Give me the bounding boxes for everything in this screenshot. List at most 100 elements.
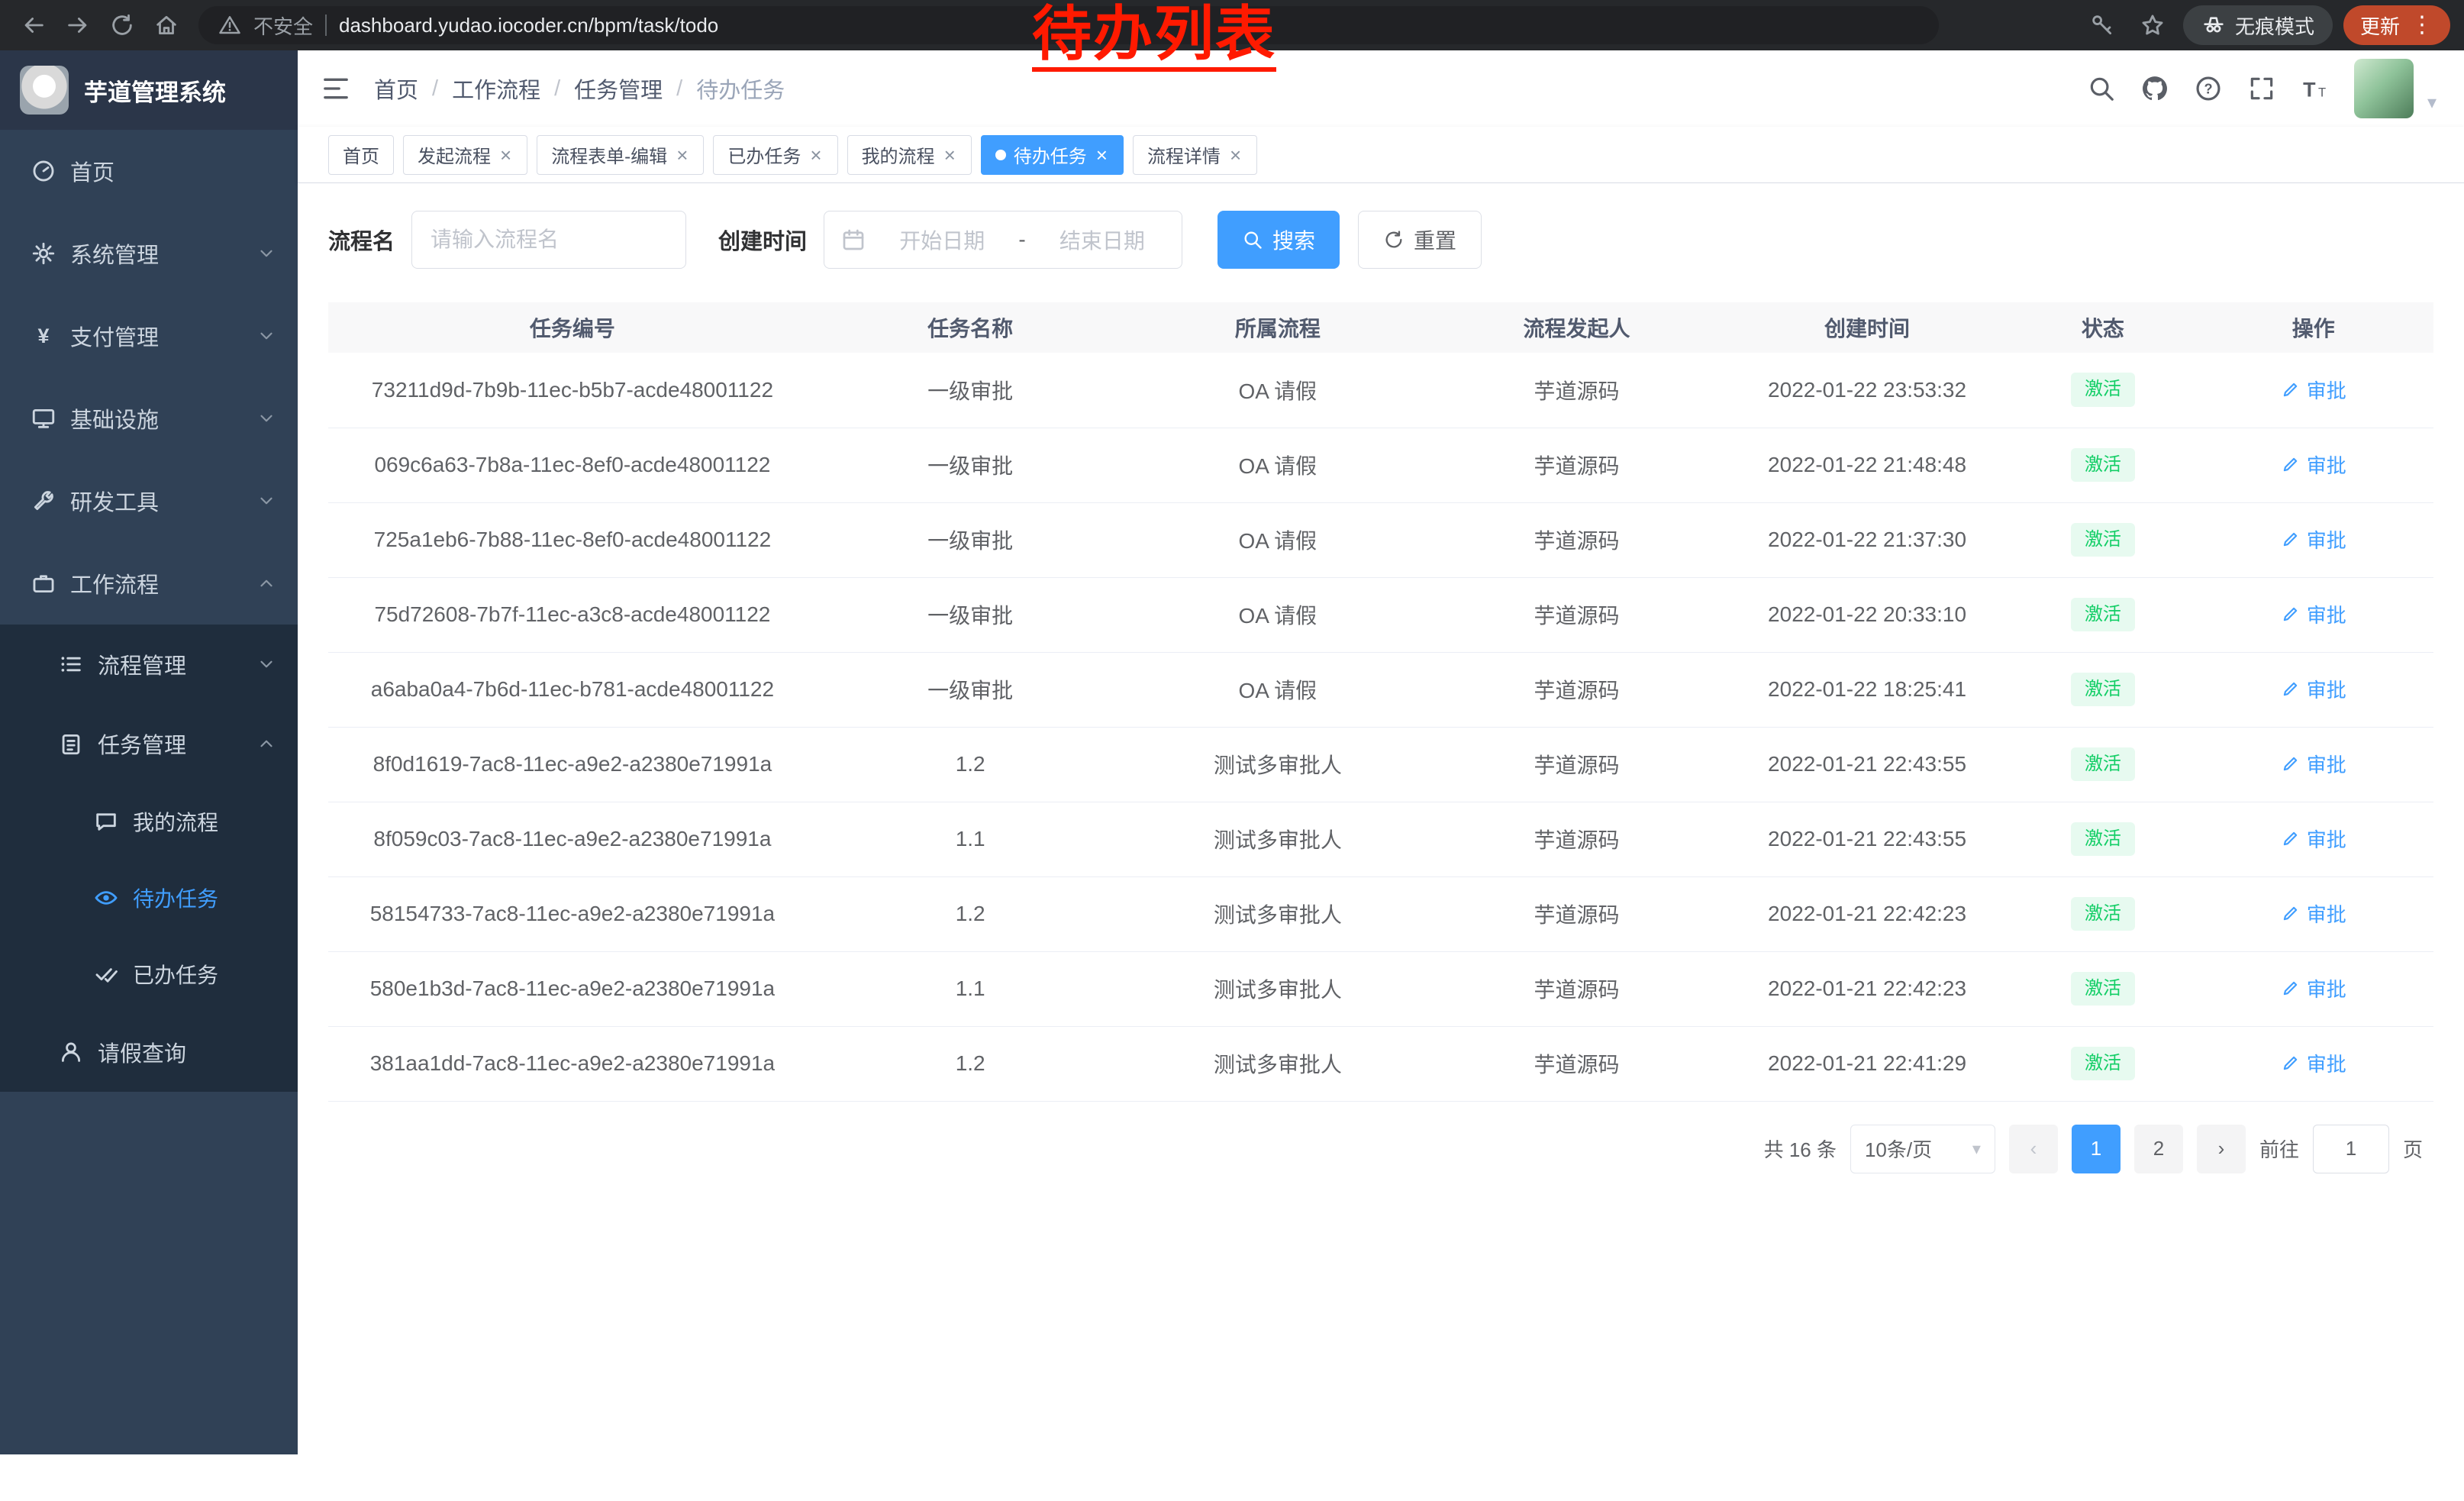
next-page-button[interactable]: ›	[2197, 1125, 2246, 1173]
password-key-button[interactable]	[2082, 5, 2122, 45]
action-cell: 审批	[2194, 727, 2433, 802]
tab-done-tasks[interactable]: 已办任务 ×	[713, 135, 837, 175]
table-row: 8f059c03-7ac8-11ec-a9e2-a2380e71991a 1.1…	[328, 802, 2433, 876]
status-cell: 激活	[2012, 652, 2193, 727]
fullscreen-icon[interactable]	[2247, 74, 2276, 103]
page-button-1[interactable]: 1	[2072, 1125, 2121, 1173]
breadcrumb-workflow[interactable]: 工作流程	[452, 73, 540, 105]
tab-close-icon[interactable]: ×	[808, 145, 823, 165]
tab-close-icon[interactable]: ×	[498, 145, 513, 165]
column-actions: 操作	[2194, 302, 2433, 353]
page-size-select[interactable]: 10条/页 ▾	[1850, 1125, 1995, 1173]
chevron-down-icon[interactable]: ▾	[2427, 92, 2437, 118]
edit-icon	[2281, 903, 2301, 923]
url-text: dashboard.yudao.iocoder.cn/bpm/task/todo	[339, 14, 718, 37]
refresh-button[interactable]	[102, 5, 142, 45]
approve-link[interactable]: 审批	[2281, 750, 2346, 778]
sidebar-item-home[interactable]: 首页	[0, 130, 298, 212]
incognito-icon	[2201, 13, 2226, 37]
tab-process-form-edit[interactable]: 流程表单-编辑 ×	[537, 135, 704, 175]
reset-button[interactable]: 重置	[1358, 211, 1482, 269]
tab-close-icon[interactable]: ×	[675, 145, 689, 165]
tab-home[interactable]: 首页	[328, 135, 394, 175]
user-icon	[58, 1039, 84, 1065]
sidebar-item-leave-query[interactable]: 请假查询	[0, 1012, 298, 1092]
edit-icon	[2281, 754, 2301, 773]
annotation-text: 待办列表	[1032, 3, 1276, 72]
approve-link[interactable]: 审批	[2281, 899, 2346, 928]
sidebar-item-todo-tasks[interactable]: 待办任务	[0, 860, 298, 936]
approve-link[interactable]: 审批	[2281, 825, 2346, 853]
help-icon[interactable]: ?	[2194, 74, 2223, 103]
more-menu-icon[interactable]: ⋮	[2411, 14, 2433, 37]
github-icon[interactable]	[2140, 74, 2169, 103]
goto-page-input[interactable]	[2313, 1125, 2389, 1173]
approve-link[interactable]: 审批	[2281, 974, 2346, 1002]
initiator-cell: 芋道源码	[1431, 428, 1722, 502]
home-button[interactable]	[147, 5, 186, 45]
breadcrumb-current: 待办任务	[696, 73, 785, 105]
tab-todo-tasks[interactable]: 待办任务 ×	[981, 135, 1124, 175]
search-button[interactable]: 搜索	[1217, 211, 1340, 269]
back-icon	[21, 12, 47, 38]
home-icon	[153, 12, 179, 38]
status-badge: 激活	[2071, 822, 2135, 857]
font-size-icon[interactable]: TT	[2301, 74, 2330, 103]
status-cell: 激活	[2012, 502, 2193, 577]
sidebar-item-process-management[interactable]: 流程管理	[0, 625, 298, 704]
tab-process-detail[interactable]: 流程详情 ×	[1133, 135, 1257, 175]
sidebar-item-system-management[interactable]: 系统管理	[0, 212, 298, 295]
sidebar-item-my-processes[interactable]: 我的流程	[0, 783, 298, 860]
edit-icon	[2281, 1053, 2301, 1073]
status-badge: 激活	[2071, 373, 2135, 407]
forward-button[interactable]	[58, 5, 98, 45]
tab-close-icon[interactable]: ×	[1228, 145, 1243, 165]
sidebar-item-task-management[interactable]: 任务管理	[0, 704, 298, 783]
task-name-cell: 1.2	[817, 1026, 1124, 1101]
approve-link[interactable]: 审批	[2281, 525, 2346, 554]
tab-initiate-process[interactable]: 发起流程 ×	[403, 135, 527, 175]
sidebar-item-dev-tools[interactable]: 研发工具	[0, 460, 298, 542]
chevron-up-icon	[256, 573, 276, 593]
prev-page-button[interactable]: ‹	[2009, 1125, 2058, 1173]
approve-link[interactable]: 审批	[2281, 600, 2346, 628]
back-button[interactable]	[14, 5, 53, 45]
approve-link[interactable]: 审批	[2281, 376, 2346, 404]
sidebar-menu: 首页 系统管理 ¥ 支付管理 基础设施 研发工具	[0, 130, 298, 1092]
created-cell: 2022-01-22 20:33:10	[1722, 577, 2013, 652]
status-cell: 激活	[2012, 1026, 2193, 1101]
search-icon	[1242, 229, 1263, 250]
sidebar-item-workflow[interactable]: 工作流程	[0, 542, 298, 625]
update-button[interactable]: 更新 ⋮	[2343, 5, 2450, 45]
table-row: a6aba0a4-7b6d-11ec-b781-acde48001122 一级审…	[328, 652, 2433, 727]
menu-fold-icon[interactable]	[321, 73, 351, 104]
sidebar-item-done-tasks[interactable]: 已办任务	[0, 936, 298, 1012]
search-icon[interactable]	[2087, 74, 2116, 103]
app-logo[interactable]: 芋道管理系统	[0, 50, 298, 130]
chevron-down-icon	[256, 408, 276, 428]
sidebar-item-infrastructure[interactable]: 基础设施	[0, 377, 298, 460]
page-button-2[interactable]: 2	[2134, 1125, 2183, 1173]
task-name-cell: 一级审批	[817, 577, 1124, 652]
date-range-picker[interactable]: 开始日期 - 结束日期	[824, 211, 1182, 269]
todo-task-page: 流程名 创建时间 开始日期 - 结束日期 搜索 重置	[298, 183, 2464, 1501]
breadcrumb-task-management[interactable]: 任务管理	[574, 73, 663, 105]
tab-my-processes[interactable]: 我的流程 ×	[847, 135, 972, 175]
breadcrumb-home[interactable]: 首页	[374, 73, 418, 105]
table-row: 580e1b3d-7ac8-11ec-a9e2-a2380e71991a 1.1…	[328, 951, 2433, 1026]
sidebar-item-payment-management[interactable]: ¥ 支付管理	[0, 295, 298, 377]
tab-close-icon[interactable]: ×	[1095, 145, 1109, 165]
approve-link[interactable]: 审批	[2281, 675, 2346, 703]
approve-link[interactable]: 审批	[2281, 450, 2346, 479]
tab-close-icon[interactable]: ×	[943, 145, 957, 165]
initiator-cell: 芋道源码	[1431, 727, 1722, 802]
process-name-input[interactable]	[411, 211, 686, 269]
approve-link[interactable]: 审批	[2281, 1049, 2346, 1077]
table-row: 381aa1dd-7ac8-11ec-a9e2-a2380e71991a 1.2…	[328, 1026, 2433, 1101]
status-cell: 激活	[2012, 802, 2193, 876]
avatar[interactable]	[2354, 59, 2414, 118]
double-check-icon	[93, 961, 119, 987]
bookmark-star-button[interactable]	[2133, 5, 2172, 45]
navbar-actions: ? TT ▾	[2087, 59, 2437, 118]
status-cell: 激活	[2012, 727, 2193, 802]
